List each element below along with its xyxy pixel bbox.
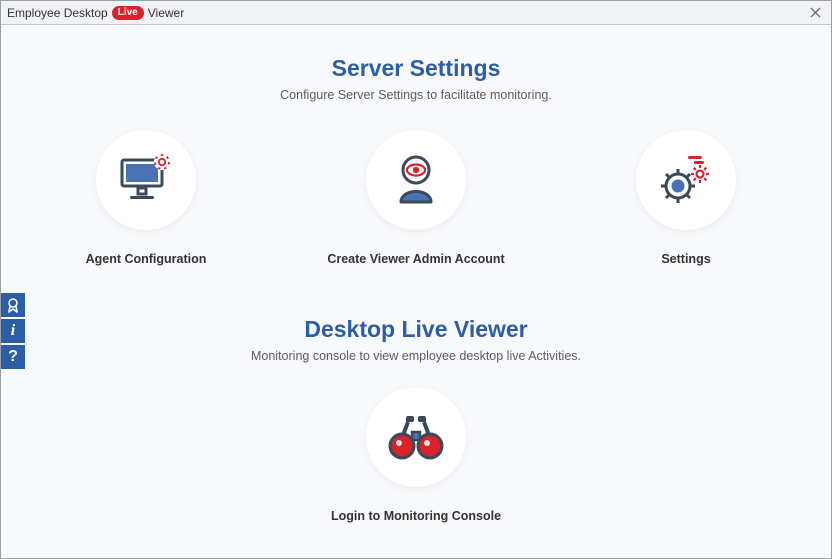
login-console-icon-circle [366, 387, 466, 487]
close-button[interactable] [805, 5, 825, 21]
settings-label: Settings [661, 252, 710, 266]
server-settings-section: Server Settings Configure Server Setting… [1, 55, 831, 266]
live-badge: Live [112, 6, 144, 20]
app-title: Employee Desktop Live Viewer [7, 6, 184, 20]
viewer-title: Desktop Live Viewer [1, 316, 831, 343]
server-tiles-row: Agent Configuration Create Viewer Admin … [1, 130, 831, 266]
agent-configuration-label: Agent Configuration [86, 252, 207, 266]
agent-configuration-tile[interactable]: Agent Configuration [66, 130, 226, 266]
titlebar: Employee Desktop Live Viewer [1, 1, 831, 25]
gears-icon [656, 152, 716, 208]
server-settings-subtitle: Configure Server Settings to facilitate … [1, 88, 831, 102]
desktop-live-viewer-section: Desktop Live Viewer Monitoring console t… [1, 316, 831, 523]
server-settings-title: Server Settings [1, 55, 831, 82]
create-admin-label: Create Viewer Admin Account [327, 252, 504, 266]
login-console-tile[interactable]: Login to Monitoring Console [336, 387, 496, 523]
viewer-tiles-row: Login to Monitoring Console [1, 387, 831, 523]
settings-tile[interactable]: Settings [606, 130, 766, 266]
ribbon-info-button[interactable]: i [1, 319, 25, 343]
eye-person-icon [389, 152, 443, 208]
binoculars-icon [388, 412, 444, 462]
login-console-label: Login to Monitoring Console [331, 509, 501, 523]
agent-configuration-icon-circle [96, 130, 196, 230]
create-admin-tile[interactable]: Create Viewer Admin Account [336, 130, 496, 266]
app-window: Employee Desktop Live Viewer Server Sett… [0, 0, 832, 559]
award-ribbon-icon [5, 297, 21, 313]
info-icon: i [11, 322, 15, 340]
ribbon-award-button[interactable] [1, 293, 25, 317]
title-prefix: Employee Desktop [7, 6, 108, 20]
viewer-subtitle: Monitoring console to view employee desk… [1, 349, 831, 363]
create-admin-icon-circle [366, 130, 466, 230]
title-suffix: Viewer [148, 6, 184, 20]
content-area: Server Settings Configure Server Setting… [1, 25, 831, 558]
help-icon: ? [8, 348, 18, 366]
monitor-gear-icon [116, 152, 176, 208]
settings-icon-circle [636, 130, 736, 230]
close-icon [810, 7, 821, 18]
ribbon-help-button[interactable]: ? [1, 345, 25, 369]
side-ribbon: i ? [1, 293, 25, 371]
